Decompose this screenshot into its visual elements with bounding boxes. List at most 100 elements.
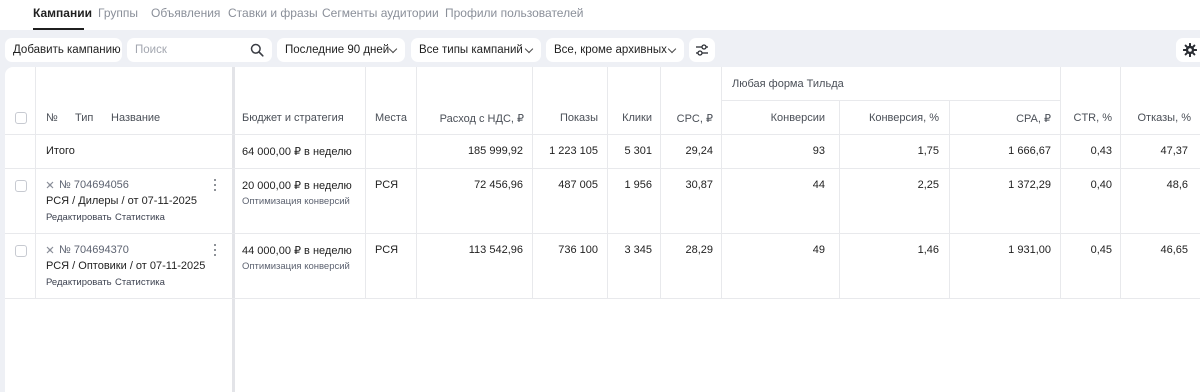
- col-header-conversion-rate[interactable]: Конверсия, %: [839, 112, 939, 124]
- row-clicks: 3 345: [624, 244, 652, 256]
- campaigns-table: Любая форма Тильда № Тип Название Бюджет…: [5, 67, 1200, 392]
- col-header-conversions[interactable]: Конверсии: [721, 112, 825, 124]
- col-header-bounces[interactable]: Отказы, %: [1120, 112, 1192, 124]
- row-spend: 113 542,96: [468, 244, 523, 256]
- add-campaign-label: Добавить кампанию: [13, 44, 121, 56]
- column-divider: [721, 67, 722, 68]
- column-divider: [949, 100, 950, 298]
- total-label: Итого: [46, 145, 75, 157]
- row-divider: [5, 298, 1200, 299]
- group-header-divider: [721, 100, 1060, 101]
- row-checkbox[interactable]: [15, 245, 27, 257]
- row-ctr: 0,45: [1090, 244, 1112, 256]
- total-conversion-rate: 1,75: [917, 145, 939, 157]
- row-impressions: 487 005: [558, 179, 598, 191]
- col-header-type: Тип: [75, 112, 94, 124]
- chevron-down-icon: [388, 44, 398, 54]
- row-menu-icon[interactable]: [210, 179, 220, 193]
- row-bounces: 46,65: [1160, 244, 1188, 256]
- row-divider: [5, 233, 1200, 234]
- campaign-name[interactable]: РСЯ / Оптовики / от 07-11-2025: [46, 260, 205, 272]
- row-cpa: 1 372,29: [1008, 179, 1051, 191]
- row-checkbox[interactable]: [15, 180, 27, 192]
- campaign-name[interactable]: РСЯ / Дилеры / от 07-11-2025: [46, 195, 197, 207]
- table-settings-button[interactable]: [1176, 38, 1200, 62]
- total-clicks: 5 301: [624, 145, 652, 157]
- row-conversions: 49: [812, 244, 825, 256]
- row-conversion-rate: 2,25: [917, 179, 939, 191]
- col-header-places[interactable]: Места: [375, 112, 407, 124]
- network-campaign-icon: [46, 181, 54, 189]
- frozen-column-divider: [232, 67, 235, 392]
- row-clicks: 1 956: [624, 179, 652, 191]
- row-impressions: 736 100: [558, 244, 598, 256]
- row-budget[interactable]: 44 000,00 ₽ в неделю: [242, 244, 352, 257]
- total-budget: 64 000,00 ₽ в неделю: [242, 146, 352, 158]
- total-cpa: 1 666,67: [1008, 145, 1051, 157]
- goal-group-header: Любая форма Тильда: [732, 78, 844, 90]
- col-header-ctr[interactable]: CTR, %: [1060, 112, 1113, 124]
- add-campaign-button[interactable]: Добавить кампанию: [5, 38, 122, 62]
- campaign-types-value: Все типы кампаний: [419, 44, 523, 56]
- tab-audience-segments[interactable]: Сегменты аудитории: [322, 6, 439, 20]
- period-select[interactable]: Последние 90 дней: [277, 38, 405, 62]
- total-ctr: 0,43: [1090, 145, 1112, 157]
- campaign-id: № 704694370: [59, 244, 129, 256]
- row-conversion-rate: 1,46: [917, 244, 939, 256]
- row-divider: [5, 168, 1200, 169]
- row-strategy: Оптимизация конверсий: [242, 196, 350, 207]
- row-cpc: 28,29: [685, 244, 713, 256]
- campaign-types-select[interactable]: Все типы кампаний: [411, 38, 541, 62]
- tab-groups[interactable]: Группы: [98, 6, 138, 20]
- row-cpa: 1 931,00: [1008, 244, 1051, 256]
- column-divider: [839, 100, 840, 298]
- row-places: РСЯ: [375, 244, 399, 256]
- search-icon[interactable]: [250, 43, 264, 57]
- col-header-impressions[interactable]: Показы: [532, 112, 598, 124]
- tab-campaigns[interactable]: Кампании: [33, 6, 92, 20]
- col-header-clicks[interactable]: Клики: [607, 112, 652, 124]
- row-cpc: 30,87: [685, 179, 713, 191]
- col-header-cpa[interactable]: CPA, ₽: [949, 112, 1051, 125]
- toolbar: Добавить кампанию Последние 90 дней Все …: [0, 30, 1200, 68]
- row-bounces: 48,6: [1166, 179, 1188, 191]
- sliders-icon: [696, 44, 708, 56]
- column-divider: [365, 67, 366, 298]
- tab-bids-phrases[interactable]: Ставки и фразы: [228, 6, 318, 20]
- col-header-spend[interactable]: Расход с НДС, ₽: [416, 112, 524, 125]
- filter-settings-button[interactable]: [689, 38, 715, 62]
- select-all-checkbox[interactable]: [15, 112, 27, 124]
- statistics-link[interactable]: Статистика: [115, 212, 165, 223]
- tabs-bar: Кампании Группы Объявления Ставки и фраз…: [0, 0, 1200, 30]
- total-bounces: 47,37: [1160, 145, 1188, 157]
- column-divider: [35, 67, 36, 298]
- total-cpc: 29,24: [685, 145, 713, 157]
- row-budget[interactable]: 20 000,00 ₽ в неделю: [242, 179, 352, 192]
- col-header-num: №: [46, 112, 58, 124]
- header-divider: [5, 134, 1200, 135]
- total-conversions: 93: [812, 145, 825, 157]
- total-impressions: 1 223 105: [549, 145, 598, 157]
- col-header-cpc[interactable]: CPC, ₽: [660, 112, 713, 125]
- edit-link[interactable]: Редактировать: [46, 277, 112, 288]
- gear-icon: [1183, 43, 1197, 57]
- row-ctr: 0,40: [1090, 179, 1112, 191]
- edit-link[interactable]: Редактировать: [46, 212, 112, 223]
- row-conversions: 44: [812, 179, 825, 191]
- tab-ads[interactable]: Объявления: [151, 6, 220, 20]
- chevron-down-icon: [667, 44, 677, 54]
- status-filter-value: Все, кроме архивных: [554, 44, 667, 56]
- col-header-budget[interactable]: Бюджет и стратегия: [242, 112, 344, 124]
- row-spend: 72 456,96: [474, 179, 523, 191]
- statistics-link[interactable]: Статистика: [115, 277, 165, 288]
- row-menu-icon[interactable]: [210, 244, 220, 258]
- row-strategy: Оптимизация конверсий: [242, 261, 350, 272]
- row-places: РСЯ: [375, 179, 399, 191]
- chevron-down-icon: [524, 44, 534, 54]
- total-spend: 185 999,92: [467, 145, 523, 157]
- campaign-id: № 704694056: [59, 179, 129, 191]
- status-filter-select[interactable]: Все, кроме архивных: [546, 38, 684, 62]
- col-header-name[interactable]: Название: [111, 112, 160, 124]
- tab-user-profiles[interactable]: Профили пользователей: [445, 6, 583, 20]
- period-value: Последние 90 дней: [285, 44, 390, 56]
